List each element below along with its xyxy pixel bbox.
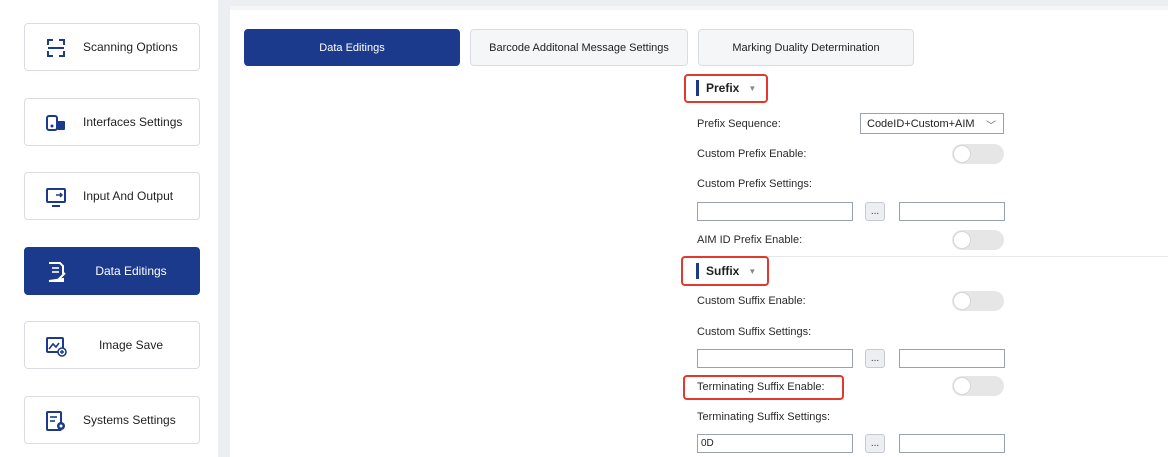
sidebar-item-label: Input And Output (83, 189, 174, 203)
custom-prefix-browse-button[interactable]: ... (865, 202, 885, 221)
sidebar-item-label: Image Save (98, 338, 164, 352)
sidebar-item-input-output[interactable]: Input And Output (24, 172, 200, 220)
aim-id-prefix-enable-toggle[interactable] (952, 230, 1004, 250)
interfaces-icon (46, 115, 65, 131)
custom-prefix-settings-label: Custom Prefix Settings: (697, 178, 812, 190)
caret-down-icon: ▼ (748, 266, 757, 276)
toggle-knob (953, 292, 971, 310)
sidebar-item-label: Data Editings (95, 264, 167, 278)
toggle-knob (953, 145, 971, 163)
toggle-knob (953, 377, 971, 395)
terminating-suffix-enable-label: Terminating Suffix Enable: (697, 381, 825, 393)
custom-suffix-input[interactable] (697, 349, 853, 368)
terminating-suffix-enable-toggle[interactable] (952, 376, 1004, 396)
aim-id-prefix-enable-label: AIM ID Prefix Enable: (697, 234, 803, 246)
sidebar-item-label: Interfaces Settings (83, 115, 183, 129)
section-title: Suffix (706, 264, 740, 278)
custom-prefix-input[interactable] (697, 202, 853, 221)
prefix-sequence-label: Prefix Sequence: (697, 118, 781, 130)
sidebar: Scanning Options Interfaces Settings Inp… (0, 0, 218, 457)
custom-suffix-enable-label: Custom Suffix Enable: (697, 295, 806, 307)
tab-marking-duality-determination[interactable]: Marking Duality Determination (698, 29, 914, 66)
sidebar-item-scanning-options[interactable]: Scanning Options (24, 23, 200, 71)
custom-prefix-enable-toggle[interactable] (952, 144, 1004, 164)
chevron-down-icon: ﹀ (986, 121, 996, 132)
section-accent-bar (696, 263, 699, 279)
scan-icon (47, 39, 65, 57)
section-title: Prefix (706, 81, 740, 95)
toggle-knob (953, 231, 971, 249)
sidebar-item-data-editings[interactable]: Data Editings (24, 247, 200, 295)
suffix-section-header[interactable]: Suffix ▼ (696, 261, 756, 281)
custom-suffix-hex-input[interactable] (899, 349, 1005, 368)
sidebar-item-interfaces-settings[interactable]: Interfaces Settings (24, 98, 200, 146)
terminating-suffix-input[interactable]: 0D (697, 434, 853, 453)
top-divider (218, 0, 1168, 6)
custom-suffix-enable-toggle[interactable] (952, 291, 1004, 311)
left-divider (218, 0, 230, 457)
custom-suffix-browse-button[interactable]: ... (865, 349, 885, 368)
caret-down-icon: ▼ (748, 83, 757, 93)
terminating-suffix-browse-button[interactable]: ... (865, 434, 885, 453)
tab-data-editings[interactable]: Data Editings (244, 29, 460, 66)
terminating-suffix-settings-label: Terminating Suffix Settings: (697, 411, 831, 423)
tab-barcode-additional-message-settings[interactable]: Barcode Additonal Message Settings (470, 29, 688, 66)
system-settings-icon (46, 411, 65, 431)
sidebar-item-label: Systems Settings (83, 413, 176, 427)
custom-suffix-settings-label: Custom Suffix Settings: (697, 326, 812, 338)
section-accent-bar (696, 80, 699, 96)
sidebar-item-systems-settings[interactable]: Systems Settings (24, 396, 200, 444)
image-save-icon (46, 337, 67, 357)
prefix-section-header[interactable]: Prefix ▼ (696, 78, 756, 98)
monitor-io-icon (46, 188, 66, 207)
sidebar-item-image-save[interactable]: Image Save (24, 321, 200, 369)
sidebar-item-label: Scanning Options (83, 40, 178, 54)
select-value: CodeID+Custom+AIM (867, 117, 975, 130)
custom-prefix-enable-label: Custom Prefix Enable: (697, 148, 807, 160)
document-edit-icon (48, 262, 66, 282)
custom-prefix-hex-input[interactable] (899, 202, 1005, 221)
prefix-sequence-select[interactable]: CodeID+Custom+AIM ﹀ (860, 113, 1004, 134)
terminating-suffix-hex-input[interactable] (899, 434, 1005, 453)
